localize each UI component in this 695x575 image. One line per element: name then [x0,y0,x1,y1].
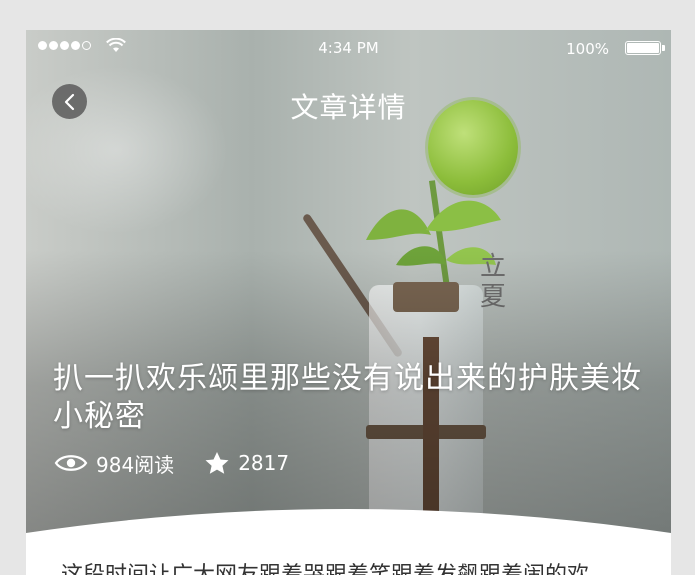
eye-icon [54,455,88,471]
article-title: 扒一扒欢乐颂里那些没有说出来的护肤美妆小秘密 [53,361,642,434]
battery-tip [662,45,665,51]
star-icon [205,452,229,474]
view-count-text: 984阅读 [96,452,175,477]
phone-screen: 立夏 4:34 PM 100% 文章详情 扒一扒欢乐颂里那些没有说出来的护肤美妆… [26,30,671,575]
view-count: 984阅读 [54,449,174,478]
page-title: 文章详情 [290,91,407,124]
like-count-text: 2817 [238,451,290,475]
battery-percent: 100% [566,40,609,58]
article-meta: 984阅读 2817 [54,448,319,478]
like-count[interactable]: 2817 [204,451,289,475]
navigation-bar: 文章详情 [26,80,671,126]
article-body-preview: 这段时间让广大网友跟着哭跟着笑跟着发飙跟着闹的欢 [61,558,661,575]
battery-icon [625,41,661,55]
status-bar: 4:34 PM 100% [26,30,671,66]
